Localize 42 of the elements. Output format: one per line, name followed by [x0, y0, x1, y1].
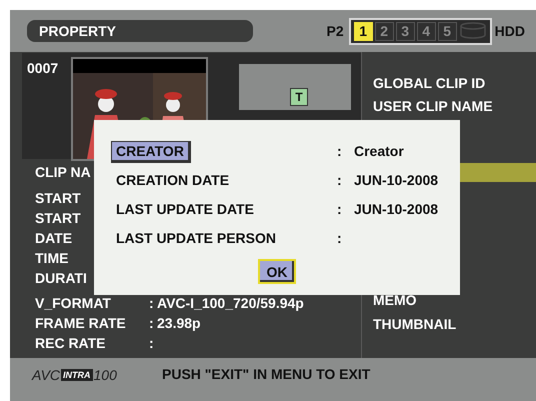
field-label: V_FORMAT: [35, 294, 112, 313]
disk-icon: [458, 22, 487, 38]
field-colon: :: [149, 314, 155, 333]
card-slot[interactable]: 4: [416, 22, 436, 40]
format-logo: AVC INTRA 100: [32, 367, 118, 383]
card-slot[interactable]: 2: [374, 22, 394, 40]
clip-number: 0007: [27, 60, 60, 76]
menu-item[interactable]: GLOBAL CLIP ID: [373, 73, 486, 93]
ok-button[interactable]: OK: [258, 259, 296, 284]
card-slot[interactable]: 3: [396, 22, 415, 40]
dialog-item[interactable]: CREATION DATE: [111, 170, 234, 190]
dialog-item[interactable]: LAST UPDATE DATE: [111, 199, 259, 219]
dialog-colon: :: [337, 229, 342, 248]
dialog-value: Creator: [354, 142, 404, 161]
menu-item[interactable]: THUMBNAIL: [373, 314, 456, 334]
t-badge: T: [290, 88, 308, 106]
field-label: DATE: [35, 229, 72, 248]
dialog-item[interactable]: CREATOR: [111, 141, 191, 163]
menu-item[interactable]: USER CLIP NAME: [373, 96, 493, 116]
card-slot[interactable]: 1: [354, 22, 373, 40]
field-label: TIME: [35, 249, 68, 268]
dialog-value: JUN-10-2008: [354, 171, 438, 190]
field-label: START: [35, 209, 81, 228]
field-label: DURATI: [35, 269, 87, 288]
footer-message: PUSH "EXIT" IN MENU TO EXIT: [162, 365, 370, 384]
hdd-label: HDD: [494, 23, 525, 39]
field-label: REC RATE: [35, 334, 107, 353]
dialog-item[interactable]: LAST UPDATE PERSON: [111, 228, 281, 248]
field-label: CLIP NA: [35, 163, 91, 182]
media-label: P2: [326, 23, 344, 39]
screen-title: PROPERTY: [27, 20, 253, 42]
field-label: FRAME RATE: [35, 314, 127, 333]
dialog-colon: :: [337, 200, 342, 219]
card-slot[interactable]: 5: [438, 22, 457, 40]
field-value: 23.98p: [157, 314, 201, 333]
dialog-colon: :: [337, 171, 342, 190]
field-value: AVC-I_100_720/59.94p: [157, 294, 304, 313]
dialog-colon: :: [337, 142, 342, 161]
field-label: START: [35, 189, 81, 208]
field-colon: :: [149, 334, 155, 353]
field-colon: :: [149, 294, 155, 313]
dialog-value: JUN-10-2008: [354, 200, 438, 219]
